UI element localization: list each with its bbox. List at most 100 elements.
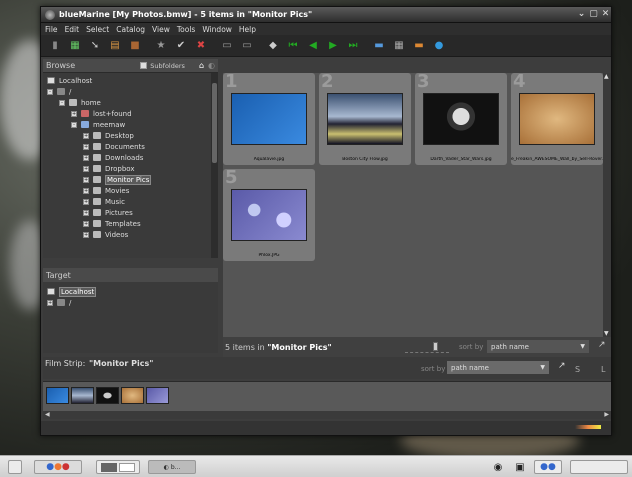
thumbnail-grid: 1 Aqualavie.jpg 2 Boston City Flow.jpg 3… (223, 71, 611, 337)
tree-item[interactable]: - home (43, 97, 218, 108)
tree-item-selected[interactable]: + Monitor Pics (43, 174, 218, 185)
tree-item[interactable]: + Pictures (43, 207, 218, 218)
progress-indicator-icon (575, 425, 601, 429)
film-icon[interactable]: ▬ (413, 40, 425, 52)
browse-scrollbar[interactable] (211, 73, 218, 258)
filmstrip-thumb[interactable] (121, 387, 144, 404)
subfolders-checkbox[interactable] (140, 62, 148, 69)
menu-file[interactable]: File (45, 25, 58, 34)
thumbnail[interactable]: 4 e_Freakin_AWESOME_Wall_by_Sell-Rover.j… (511, 71, 603, 165)
menu-view[interactable]: View (152, 25, 170, 34)
close-icon[interactable]: ✕ (600, 9, 611, 20)
menu-edit[interactable]: Edit (65, 25, 80, 34)
target-tree: Localhost + / (43, 282, 218, 353)
star-icon[interactable]: ★ (155, 40, 167, 52)
filmstrip-thumb[interactable] (46, 387, 69, 404)
tree-item[interactable]: + Desktop (43, 130, 218, 141)
clock[interactable] (570, 460, 628, 474)
browse-title: Browse (46, 61, 76, 70)
grid-icon[interactable]: ▦ (393, 40, 405, 52)
tree-item[interactable]: - meemaw (43, 119, 218, 130)
taskbar-app-button[interactable]: ◐ b... (148, 460, 196, 474)
folder-icon (93, 154, 101, 161)
thumbnail[interactable]: 2 Boston City Flow.jpg (319, 71, 411, 165)
tree-item[interactable]: + lost+found (43, 108, 218, 119)
scroll-right-icon[interactable]: ▶ (604, 411, 609, 418)
expand-icon[interactable]: ↗ (558, 361, 566, 371)
slideshow-icon[interactable]: ▤ (109, 40, 121, 52)
view-single-icon[interactable]: ▭ (221, 40, 233, 52)
subfolders-label: Subfolders (150, 61, 185, 70)
thumbnail[interactable]: 1 Aqualavie.jpg (223, 71, 315, 165)
thumbnail-image (423, 93, 499, 145)
book-icon[interactable]: ▮ (49, 40, 61, 52)
box-icon[interactable]: ■ (129, 40, 141, 52)
sort-dropdown[interactable]: path name ▼ (487, 340, 589, 353)
filmstrip-thumb[interactable] (146, 387, 169, 404)
home-icon[interactable]: ⌂ (199, 61, 204, 70)
filmstrip-thumb[interactable] (71, 387, 94, 404)
filmstrip-sort-label: sort by (421, 365, 446, 373)
tree-item[interactable]: + Downloads (43, 152, 218, 163)
maximize-icon[interactable]: ▢ (588, 9, 599, 20)
photo-icon[interactable]: ▬ (373, 40, 385, 52)
tree-item[interactable]: Localhost (43, 75, 218, 86)
computer-icon (47, 288, 55, 295)
volume-icon[interactable]: ▣ (512, 460, 528, 474)
tree-item[interactable]: + Videos (43, 229, 218, 240)
show-desktop-button[interactable] (8, 460, 22, 474)
reject-icon[interactable]: ✖ (195, 40, 207, 52)
tree-item[interactable]: + Movies (43, 185, 218, 196)
eraser-icon[interactable]: ◆ (267, 40, 279, 52)
size-s-button[interactable]: S (575, 365, 580, 374)
approve-icon[interactable]: ✔ (175, 40, 187, 52)
globe-icon[interactable]: ● (433, 40, 445, 52)
drive-icon (57, 299, 65, 306)
next-icon[interactable]: ▶ (327, 40, 339, 52)
zoom-slider[interactable] (405, 341, 449, 353)
last-icon[interactable]: ⏭ (347, 40, 359, 52)
previous-icon[interactable]: ◀ (307, 40, 319, 52)
menu-catalog[interactable]: Catalog (116, 25, 145, 34)
tree-item[interactable]: + / (43, 297, 218, 308)
thumbnail[interactable]: 5 Phlox.JPG (223, 167, 315, 261)
menu-select[interactable]: Select (86, 25, 109, 34)
scroll-up-icon[interactable]: ▲ (604, 73, 609, 80)
minimize-icon[interactable]: ⌄ (576, 9, 587, 20)
menu-window[interactable]: Window (202, 25, 232, 34)
tree-item[interactable]: + Music (43, 196, 218, 207)
first-icon[interactable]: ⏮ (287, 40, 299, 52)
tray-icons[interactable]: ●● (534, 460, 562, 474)
calendar-icon[interactable]: ▦ (69, 40, 81, 52)
tree-item[interactable]: Localhost (43, 286, 218, 297)
size-l-button[interactable]: L (601, 365, 605, 374)
filmstrip-sort-dropdown[interactable]: path name ▼ (447, 361, 549, 374)
scroll-left-icon[interactable]: ◀ (45, 411, 50, 418)
view-compare-icon[interactable]: ▭ (241, 40, 253, 52)
menu-tools[interactable]: Tools (177, 25, 195, 34)
grid-scrollbar[interactable]: ▲ ▼ (603, 73, 611, 337)
filmstrip-thumb[interactable] (96, 387, 119, 404)
menu-help[interactable]: Help (239, 25, 256, 34)
tree-item[interactable]: + Templates (43, 218, 218, 229)
tree-item[interactable]: + Documents (43, 141, 218, 152)
thumbnail[interactable]: 3 Darth_Vader_Star_Wars.jpg (415, 71, 507, 165)
workspace-switcher[interactable] (96, 460, 140, 474)
network-icon[interactable]: ◉ (490, 460, 506, 474)
title-bar[interactable]: blueMarine [My Photos.bmw] - 5 items in … (41, 7, 611, 23)
tag-icon[interactable]: ➘ (89, 40, 101, 52)
tree-item[interactable]: + Dropbox (43, 163, 218, 174)
menu-bar: File Edit Select Catalog View Tools Wind… (41, 23, 611, 35)
folder-icon (93, 187, 101, 194)
scroll-down-icon[interactable]: ▼ (604, 330, 609, 337)
folder-icon (69, 99, 77, 106)
launcher-icons[interactable]: ● ● ● (34, 460, 82, 474)
tree-item[interactable]: - / (43, 86, 218, 97)
left-panel: Browse Subfolders ⌂ ◐ Localhost - / - home… (43, 59, 218, 353)
drive-icon (57, 88, 65, 95)
expand-icon[interactable]: ↗ (598, 340, 606, 350)
sort-label: sort by (459, 343, 484, 351)
folder-icon (93, 132, 101, 139)
filmstrip-scrollbar[interactable]: ◀ ▶ (43, 411, 611, 419)
refresh-icon[interactable]: ◐ (208, 61, 215, 70)
